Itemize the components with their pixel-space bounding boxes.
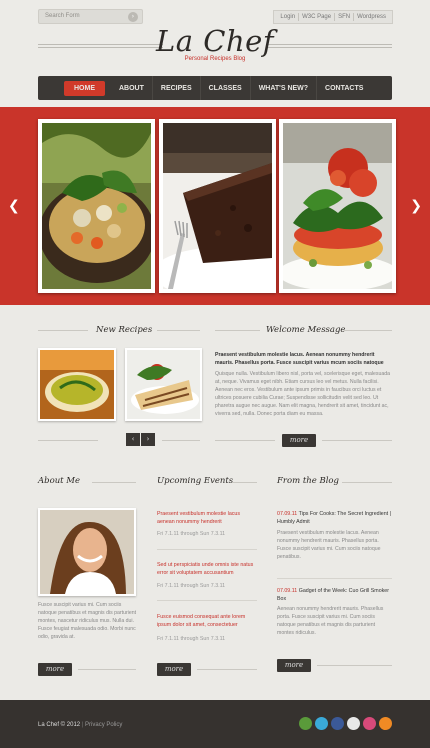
slide-cake[interactable] — [159, 119, 276, 293]
welcome-more-button[interactable]: more — [282, 434, 316, 447]
section-line — [38, 330, 88, 331]
section-line — [92, 482, 136, 483]
search-placeholder: Search Form — [45, 13, 80, 19]
footer: La Chef © 2012 | Privacy Policy — [0, 700, 430, 748]
recipes-next-icon[interactable]: › — [141, 433, 155, 446]
nav-whats-new[interactable]: WHAT'S NEW? — [251, 76, 318, 100]
logo-subtitle: Personal Recipes Blog — [184, 56, 246, 62]
event-date: Fri 7.1.11 through Sun 7.3.11 — [157, 636, 226, 642]
blog-divider — [277, 578, 392, 579]
recipe-thumb-grill[interactable] — [125, 348, 202, 421]
search-form[interactable]: Search Form › — [38, 9, 143, 24]
event-date: Fri 7.1.11 through Sun 7.3.11 — [157, 531, 226, 537]
dribbble-icon[interactable] — [363, 717, 376, 730]
event-divider — [157, 549, 257, 550]
welcome-title: Welcome Message — [266, 325, 346, 335]
social-icons — [299, 717, 392, 730]
copyright-text: La Chef © 2012 — [38, 722, 81, 728]
welcome-body: Quisque nulla. Vestibulum libero nisl, p… — [215, 371, 391, 417]
slider-prev-icon[interactable]: ❮ — [8, 198, 20, 214]
slider-next-icon[interactable]: ❯ — [410, 198, 422, 214]
privacy-policy-link[interactable]: Privacy Policy — [85, 722, 122, 728]
event-date: Fri 7.1.11 through Sun 7.3.11 — [157, 583, 226, 589]
about-title: About Me — [38, 476, 81, 486]
section-line — [215, 440, 275, 441]
flickr-icon[interactable] — [347, 717, 360, 730]
slide-soup[interactable] — [38, 119, 155, 293]
twitter-icon[interactable] — [315, 717, 328, 730]
blog-more-button[interactable]: more — [277, 659, 311, 672]
event-divider — [157, 600, 257, 601]
wordpress-link[interactable]: Wordpress — [354, 14, 389, 20]
blog-post-text: Aenean nonummy hendrerit mauris. Phasell… — [277, 606, 384, 636]
blog-post-date: 07.09.11 — [277, 511, 298, 517]
picasa-icon[interactable] — [299, 717, 312, 730]
facebook-icon[interactable] — [331, 717, 344, 730]
section-line — [232, 482, 257, 483]
image-slider: ❮ ❯ — [0, 107, 430, 305]
welcome-text: Praesent vestibulum molestie lacus. Aene… — [215, 351, 393, 418]
about-more-button[interactable]: more — [38, 663, 72, 676]
events-title: Upcoming Events — [157, 476, 234, 486]
recipes-prev-icon[interactable]: ‹ — [126, 433, 140, 446]
recipe-thumb-soup[interactable] — [38, 348, 116, 421]
nav-home[interactable]: HOME — [64, 80, 105, 96]
nav-contacts[interactable]: CONTACTS — [317, 76, 371, 100]
logo[interactable]: La Chef Personal Recipes Blog — [0, 24, 430, 62]
nav-classes[interactable]: CLASSES — [201, 76, 251, 100]
search-arrow-icon[interactable]: › — [128, 12, 138, 22]
slide-salad[interactable] — [279, 119, 396, 293]
w3c-link[interactable]: W3C Page — [299, 14, 334, 20]
blog-post-text: Praesent vestibulum molestie lacus. Aene… — [277, 530, 381, 560]
nav-recipes[interactable]: RECIPES — [153, 76, 201, 100]
blog-post-date: 07.09.11 — [277, 588, 298, 594]
section-line — [342, 482, 392, 483]
section-line — [197, 669, 257, 670]
sfn-link[interactable]: SFN — [335, 14, 353, 20]
blog-post-title[interactable]: 07.09.11 Tips For Cooks: The Secret Ingr… — [277, 510, 392, 526]
section-line — [344, 330, 392, 331]
event-title[interactable]: Sed ut perspiciatis unde omnis iste natu… — [157, 561, 257, 577]
new-recipes-title: New Recipes — [96, 325, 153, 335]
nav-about[interactable]: ABOUT — [111, 76, 153, 100]
salad-image — [283, 123, 392, 289]
footer-copyright: La Chef © 2012 | Privacy Policy — [38, 722, 122, 728]
rss-icon[interactable] — [379, 717, 392, 730]
section-line — [162, 440, 200, 441]
about-text: Fusce suscipit varius mi. Cum sociis nat… — [38, 602, 137, 640]
event-title[interactable]: Fusce euismod consequat ante lorem ipsum… — [157, 613, 257, 629]
main-nav: HOME ABOUT RECIPES CLASSES WHAT'S NEW? C… — [38, 76, 392, 100]
soup-image — [42, 123, 151, 289]
top-links: Login W3C Page SFN Wordpress — [273, 10, 393, 24]
section-line — [215, 330, 260, 331]
section-line — [38, 440, 98, 441]
about-photo — [38, 508, 136, 596]
section-line — [78, 669, 136, 670]
events-more-button[interactable]: more — [157, 663, 191, 676]
section-line — [317, 665, 392, 666]
cake-image — [163, 123, 272, 289]
section-line — [157, 330, 200, 331]
blog-title: From the Blog — [277, 476, 339, 486]
header: Search Form › Login W3C Page SFN Wordpre… — [0, 0, 430, 108]
logo-title: La Chef — [155, 24, 275, 58]
login-link[interactable]: Login — [277, 14, 298, 20]
welcome-lead: Praesent vestibulum molestie lacus. Aene… — [215, 352, 384, 366]
blog-post-title[interactable]: 07.09.11 Gadget of the Week: Cuo Grill S… — [277, 587, 392, 603]
event-title[interactable]: Praesent vestibulum molestie lacus aenea… — [157, 510, 257, 526]
section-line — [322, 440, 392, 441]
